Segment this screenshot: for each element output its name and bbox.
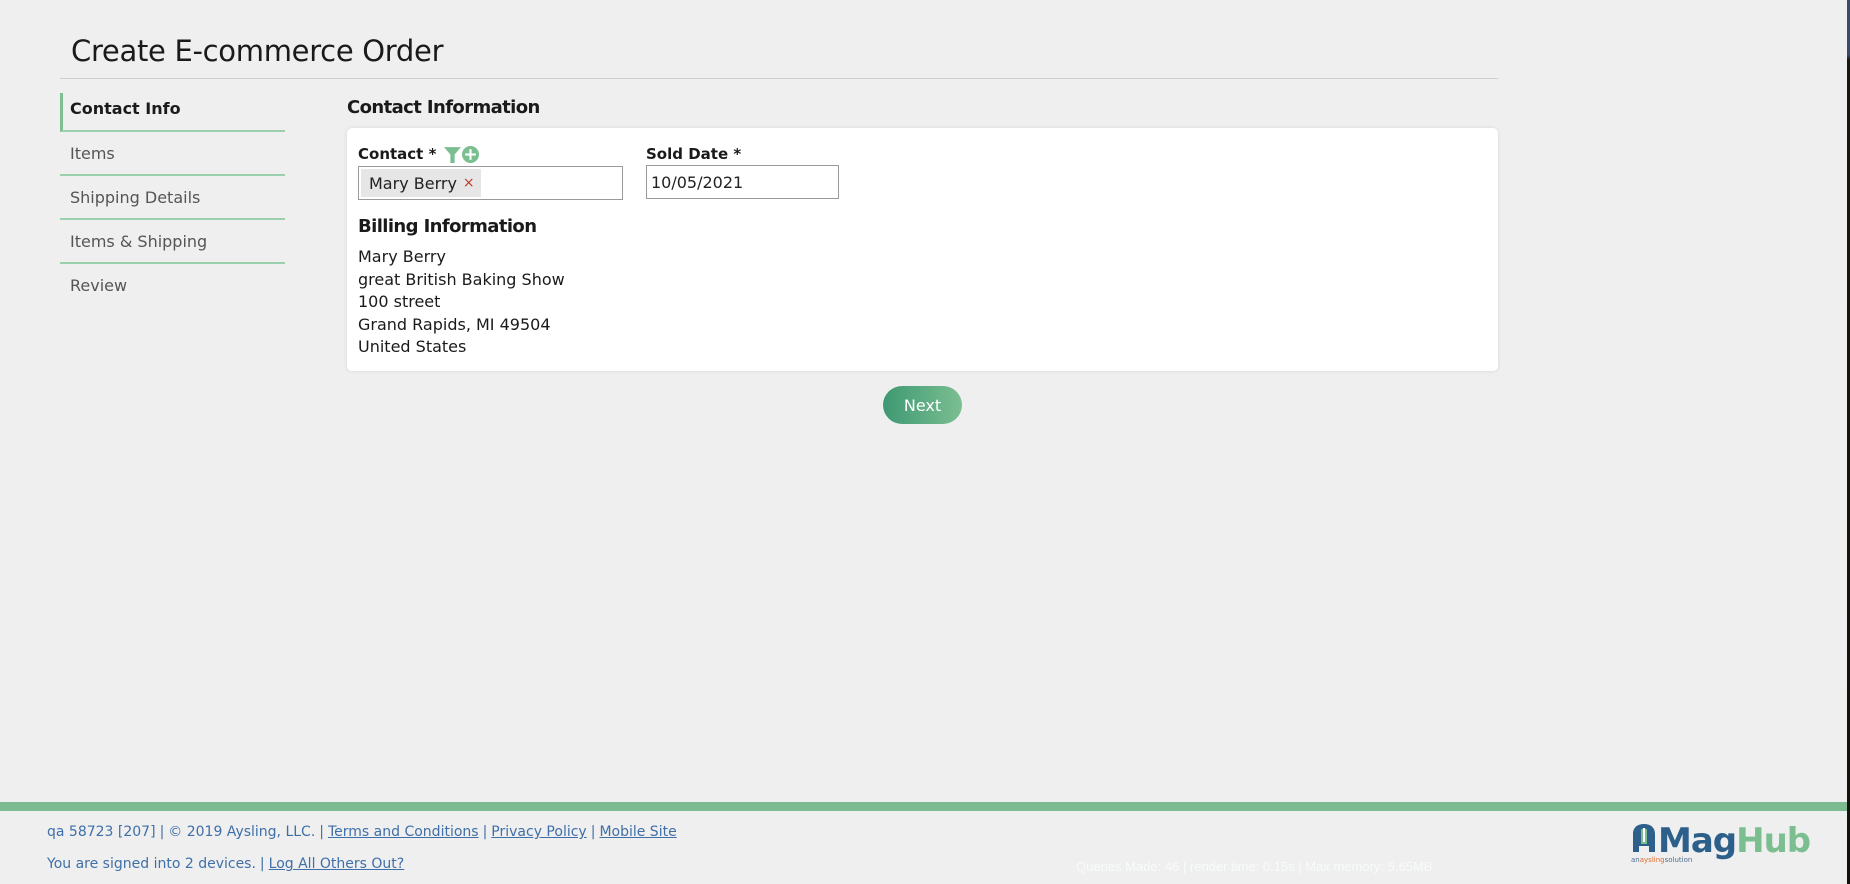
separator: | [319, 824, 324, 840]
maghub-logo-icon [1630, 822, 1658, 860]
logo-mag: Mag [1658, 821, 1737, 861]
separator: | [482, 824, 488, 840]
mobile-site-link[interactable]: Mobile Site [599, 824, 676, 840]
billing-country: United States [358, 337, 467, 356]
logo-tagline: anayslingsolution [1631, 856, 1692, 864]
sidebar-item-contact-info[interactable]: Contact Info [60, 93, 285, 132]
terms-link[interactable]: Terms and Conditions [328, 824, 479, 840]
tag-prefix: an [1631, 856, 1640, 864]
sold-date-input[interactable] [646, 165, 839, 199]
separator: | [159, 824, 165, 840]
sidebar-item-items-shipping[interactable]: Items & Shipping [60, 220, 285, 264]
remove-contact-icon[interactable]: × [463, 175, 475, 191]
footer-info: qa 58723 [207] | © 2019 Aysling, LLC. | Term… [47, 824, 677, 840]
billing-city-state-zip: Grand Rapids, MI 49504 [358, 314, 551, 334]
signed-in-text: You are signed into 2 devices. [47, 856, 256, 872]
contact-label-text: Contact * [358, 145, 437, 163]
billing-company: great British Baking Show [358, 269, 565, 289]
copyright: © 2019 Aysling, LLC. [168, 824, 316, 840]
billing-address: Mary Berry great British Baking Show 100… [358, 246, 565, 359]
add-circle-icon[interactable] [462, 145, 480, 163]
tag-suffix: solution [1664, 856, 1693, 864]
contact-select[interactable]: Mary Berry × [358, 166, 623, 200]
next-button[interactable]: Next [883, 386, 962, 424]
page-title: Create E-commerce Order [71, 34, 444, 68]
contact-card: Contact * Mary Berry × Sold Date * Billi… [347, 128, 1498, 371]
logo-hub: Hub [1736, 821, 1811, 861]
billing-street: 100 street [358, 292, 441, 311]
separator: | [590, 824, 596, 840]
billing-name: Mary Berry [358, 247, 446, 266]
contact-chip: Mary Berry × [361, 169, 481, 197]
footer-divider [0, 802, 1847, 811]
contact-label: Contact * [358, 145, 480, 163]
maghub-logo[interactable]: MagHub anayslingsolution [1630, 821, 1811, 864]
sidebar-item-shipping-details[interactable]: Shipping Details [60, 176, 285, 220]
tag-brand: aysling [1639, 856, 1665, 864]
log-others-out-link[interactable]: Log All Others Out? [269, 856, 405, 872]
step-sidebar: Contact Info Items Shipping Details Item… [60, 93, 285, 308]
contact-chip-label: Mary Berry [369, 173, 457, 193]
title-divider [60, 78, 1498, 79]
separator: | [259, 856, 265, 872]
sold-date-label: Sold Date * [646, 145, 742, 163]
filter-icon[interactable] [444, 146, 462, 163]
session-info: You are signed into 2 devices. | Log All O… [47, 856, 404, 872]
debug-info: Queries Made: 46 | render time: 0.15s | … [1076, 859, 1433, 874]
privacy-link[interactable]: Privacy Policy [491, 824, 586, 840]
section-title: Contact Information [347, 97, 540, 118]
billing-title: Billing Information [358, 216, 537, 237]
sidebar-item-items[interactable]: Items [60, 132, 285, 176]
build-info: qa 58723 [207] [47, 824, 156, 840]
logo-wordmark: MagHub [1658, 821, 1811, 861]
sidebar-item-review[interactable]: Review [60, 264, 285, 308]
